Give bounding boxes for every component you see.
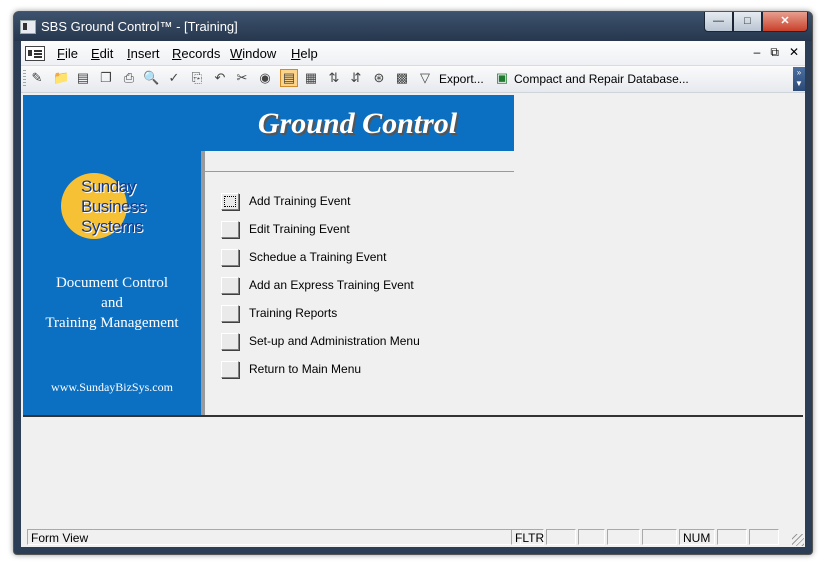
- application-window: SBS Ground Control™ - [Training] — □ ✕ F…: [13, 11, 813, 555]
- status-cell-5: [717, 529, 747, 545]
- filter-by-form-icon[interactable]: ▩: [394, 70, 410, 86]
- menu-records[interactable]: Records: [172, 46, 220, 61]
- setup-admin-menu-label: Set-up and Administration Menu: [249, 334, 420, 348]
- company-logo: Sunday Business Systems: [61, 173, 171, 243]
- status-filter: FLTR: [511, 529, 544, 545]
- menu-edit[interactable]: Edit: [91, 46, 113, 61]
- app-icon[interactable]: [20, 20, 36, 34]
- logo-line-3: Systems: [81, 217, 143, 236]
- design-view-icon[interactable]: ✎: [29, 70, 45, 86]
- return-main-menu-label: Return to Main Menu: [249, 362, 362, 376]
- edit-training-event-label: Edit Training Event: [249, 222, 350, 236]
- status-numlock: NUM: [679, 529, 715, 545]
- edit-training-event-button[interactable]: [221, 221, 239, 238]
- tagline-line-1: Document Control: [55, 275, 169, 291]
- find-icon[interactable]: ◉: [257, 70, 273, 86]
- maximize-button[interactable]: □: [733, 12, 762, 32]
- menu-help[interactable]: Help: [291, 46, 318, 61]
- training-reports-label: Training Reports: [249, 306, 338, 320]
- mdi-caption-buttons: – ⧉ ✕: [754, 45, 799, 60]
- status-mode: Form View: [27, 529, 521, 545]
- window-title: SBS Ground Control™ - [Training]: [41, 19, 238, 34]
- paste-icon[interactable]: ⎘: [189, 70, 205, 86]
- mdi-minimize-icon[interactable]: –: [754, 45, 761, 60]
- mdi-close-icon[interactable]: ✕: [789, 45, 799, 60]
- logo-line-2: Business: [81, 197, 146, 216]
- toolbar-grip[interactable]: [23, 70, 26, 88]
- client-area: File Edit Insert Records Window Help – ⧉…: [21, 41, 805, 547]
- menu-insert[interactable]: Insert: [127, 46, 160, 61]
- minimize-button[interactable]: —: [704, 12, 733, 32]
- copy-icon[interactable]: ❐: [98, 70, 114, 86]
- status-cell-4: [642, 529, 677, 545]
- form-title: Ground Control: [257, 107, 458, 140]
- add-training-event-label: Add Training Event: [249, 194, 351, 208]
- header-banner: Ground Control: [201, 95, 514, 151]
- setup-admin-menu-button[interactable]: [221, 333, 239, 350]
- print-preview-icon[interactable]: 🔍: [143, 70, 159, 86]
- training-reports-button[interactable]: [221, 305, 239, 322]
- form-view-icon[interactable]: ▤: [280, 69, 298, 87]
- logo-line-1: Sunday: [81, 177, 136, 196]
- mdi-restore-icon[interactable]: ⧉: [770, 45, 779, 60]
- properties-icon[interactable]: ▤: [75, 70, 91, 86]
- tagline-line-3: Training Management: [45, 315, 179, 331]
- filter-icon[interactable]: ▽: [417, 70, 433, 86]
- schedule-training-event-button[interactable]: [221, 249, 239, 266]
- menu-file[interactable]: File: [57, 46, 78, 61]
- add-express-training-event-label: Add an Express Training Event: [249, 278, 414, 292]
- open-folder-icon[interactable]: 📁: [53, 70, 69, 86]
- sort-descending-icon[interactable]: ⇵: [348, 70, 364, 86]
- excel-icon[interactable]: ▣: [494, 70, 510, 86]
- menu-bar: File Edit Insert Records Window Help – ⧉…: [21, 41, 805, 66]
- spelling-icon[interactable]: ✓: [166, 70, 182, 86]
- training-form: Sunday Business Systems Document Control…: [23, 95, 803, 525]
- status-bar: Form View FLTR NUM: [21, 527, 805, 547]
- toolbar-options-chevron-icon[interactable]: » ▼: [793, 67, 805, 91]
- toolbar: ✎ 📁 ▤ ❐ ⎙ 🔍 ✓ ⎘ ↶ ✂ ◉ ▤ ▦ ⇅ ⇵ ⊛ ▩ ▽ Expo…: [21, 66, 805, 93]
- menu-window[interactable]: Window: [230, 46, 276, 61]
- status-cell-2: [578, 529, 605, 545]
- status-cell-3: [607, 529, 640, 545]
- export-button[interactable]: Export...: [439, 72, 484, 86]
- add-express-training-event-button[interactable]: [221, 277, 239, 294]
- print-icon[interactable]: ⎙: [121, 70, 137, 86]
- side-panel: Sunday Business Systems Document Control…: [23, 95, 201, 415]
- add-training-event-button[interactable]: [221, 193, 239, 210]
- datasheet-icon[interactable]: ▦: [303, 70, 319, 86]
- status-cell-1: [546, 529, 576, 545]
- resize-grip-icon[interactable]: [792, 534, 804, 546]
- compact-repair-button[interactable]: Compact and Repair Database...: [514, 72, 689, 86]
- status-cell-6: [749, 529, 779, 545]
- filter-by-selection-icon[interactable]: ⊛: [371, 70, 387, 86]
- return-main-menu-button[interactable]: [221, 361, 239, 378]
- tagline-line-2: and: [101, 295, 123, 311]
- menu-top-divider: [205, 171, 514, 172]
- schedule-training-event-label: Schedue a Training Event: [249, 250, 387, 264]
- caption-buttons: — □ ✕: [704, 12, 808, 32]
- title-bar[interactable]: SBS Ground Control™ - [Training] — □ ✕: [14, 12, 812, 41]
- sort-ascending-icon[interactable]: ⇅: [326, 70, 342, 86]
- close-button[interactable]: ✕: [762, 12, 808, 32]
- website-link[interactable]: www.SundayBizSys.com: [23, 380, 201, 395]
- form-document-icon[interactable]: [25, 46, 45, 61]
- panel-divider: [201, 151, 205, 415]
- undo-icon[interactable]: ↶: [212, 70, 228, 86]
- form-footer-divider: [23, 415, 803, 417]
- cut-icon[interactable]: ✂: [234, 70, 250, 86]
